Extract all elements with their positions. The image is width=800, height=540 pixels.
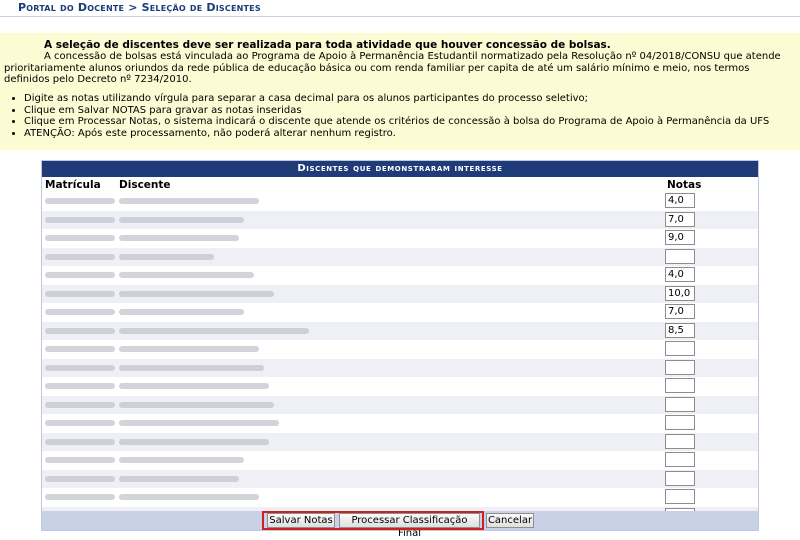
- grade-input[interactable]: [665, 396, 695, 412]
- grade-input[interactable]: [665, 193, 695, 208]
- redacted-discente: [119, 290, 274, 297]
- table-body: [42, 192, 758, 525]
- redacted-discente: [119, 420, 279, 426]
- redacted-matricula: [45, 438, 115, 445]
- redacted-matricula: [45, 346, 115, 352]
- table-row: [42, 358, 758, 377]
- grade-input[interactable]: [665, 415, 695, 430]
- grade-input[interactable]: [665, 211, 695, 227]
- grade-input[interactable]: [665, 489, 695, 504]
- redacted-discente: [119, 438, 269, 445]
- grade-input[interactable]: [665, 285, 695, 301]
- table-row: [42, 321, 758, 340]
- column-header-notas: Notas: [667, 179, 702, 191]
- table-row: [42, 432, 758, 451]
- instruction-item: Clique em Salvar NOTAS para gravar as no…: [24, 105, 769, 117]
- redacted-discente: [119, 364, 264, 371]
- grade-input[interactable]: [665, 359, 695, 375]
- grade-input[interactable]: [665, 304, 695, 319]
- redacted-matricula: [45, 457, 115, 463]
- table-row: [42, 395, 758, 414]
- redacted-matricula: [45, 272, 115, 278]
- redacted-matricula: [45, 198, 115, 204]
- cancel-button[interactable]: Cancelar: [486, 513, 534, 528]
- redacted-matricula: [45, 383, 115, 389]
- table-row: [42, 266, 758, 285]
- grade-input[interactable]: [665, 267, 695, 282]
- grade-input[interactable]: [665, 470, 695, 486]
- table-row: [42, 210, 758, 229]
- redacted-discente: [119, 457, 244, 463]
- students-panel: Discentes que demonstraram interesse Mat…: [41, 160, 759, 539]
- table-row: [42, 303, 758, 322]
- redacted-matricula: [45, 401, 115, 408]
- redacted-matricula: [45, 420, 115, 426]
- redacted-discente: [119, 253, 214, 260]
- redacted-discente: [119, 216, 244, 223]
- table-row: [42, 284, 758, 303]
- info-notice: A seleção de discentes deve ser realizad…: [0, 33, 800, 150]
- column-header-discente: Discente: [119, 179, 171, 191]
- table-row: [42, 192, 758, 211]
- redacted-discente: [119, 475, 239, 482]
- table-row: [42, 340, 758, 359]
- grade-input[interactable]: [665, 248, 695, 264]
- table-row: [42, 451, 758, 470]
- redacted-discente: [119, 235, 239, 241]
- notice-instructions: Digite as notas utilizando vírgula para …: [8, 93, 769, 139]
- table-row: [42, 229, 758, 248]
- breadcrumb: Portal do Docente > Seleção de Discentes: [0, 0, 800, 17]
- redacted-matricula: [45, 216, 115, 223]
- redacted-matricula: [45, 475, 115, 482]
- redacted-matricula: [45, 235, 115, 241]
- redacted-discente: [119, 198, 259, 204]
- redacted-discente: [119, 383, 269, 389]
- notice-title: A seleção de discentes deve ser realizad…: [44, 39, 611, 51]
- highlight-box: [262, 511, 484, 530]
- table-row: [42, 488, 758, 507]
- redacted-matricula: [45, 253, 115, 260]
- table-row: [42, 377, 758, 396]
- column-header-matricula: Matrícula: [45, 179, 101, 191]
- grade-input[interactable]: [665, 230, 695, 245]
- table-row: [42, 247, 758, 266]
- redacted-discente: [119, 346, 259, 352]
- redacted-discente: [119, 272, 254, 278]
- instruction-item: ATENÇÃO: Após este processamento, não po…: [24, 128, 769, 140]
- redacted-discente: [119, 494, 259, 500]
- redacted-matricula: [45, 327, 115, 334]
- redacted-matricula: [45, 290, 115, 297]
- grade-input[interactable]: [665, 341, 695, 356]
- grade-input[interactable]: [665, 322, 695, 338]
- redacted-discente: [119, 327, 309, 334]
- instruction-item: Digite as notas utilizando vírgula para …: [24, 93, 769, 105]
- table-row: [42, 469, 758, 488]
- instruction-item: Clique em Processar Notas, o sistema ind…: [24, 116, 769, 128]
- redacted-matricula: [45, 494, 115, 500]
- grade-input[interactable]: [665, 378, 695, 393]
- redacted-matricula: [45, 364, 115, 371]
- table-row: [42, 414, 758, 433]
- notice-body: A concessão de bolsas está vinculada ao …: [4, 51, 781, 85]
- form-footer: Salvar Notas Processar Classificação Fin…: [42, 511, 758, 539]
- table-caption: Discentes que demonstraram interesse: [42, 161, 758, 177]
- redacted-matricula: [45, 309, 115, 315]
- grade-input[interactable]: [665, 433, 695, 449]
- grade-input[interactable]: [665, 452, 695, 467]
- redacted-discente: [119, 309, 244, 315]
- table-header: Matrícula Discente Notas: [42, 177, 758, 192]
- redacted-discente: [119, 401, 274, 408]
